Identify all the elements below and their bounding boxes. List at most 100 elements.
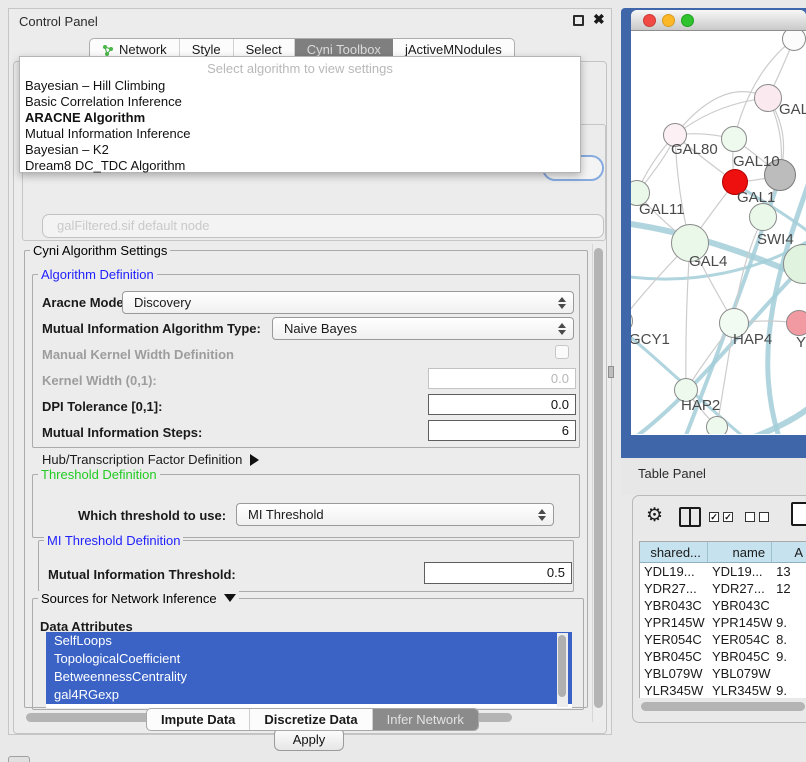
node-label: HAP2 [681, 397, 720, 414]
table-row[interactable]: YDR27...YDR27...12 [640, 580, 806, 597]
table-row[interactable]: YBR045CYBR045C9. [640, 648, 806, 665]
dropdown-item[interactable]: Basic Correlation Inference [25, 94, 182, 109]
network-node[interactable] [754, 84, 782, 112]
tab-impute-data[interactable]: Impute Data [147, 709, 250, 730]
hub-section-toggle[interactable]: Hub/Transcription Factor Definition [42, 452, 259, 467]
network-node[interactable] [706, 416, 728, 434]
network-node[interactable] [749, 203, 777, 231]
table-cell: YPR145W [640, 614, 708, 631]
which-threshold-label: Which threshold to use: [78, 508, 226, 523]
network-node[interactable] [786, 310, 806, 336]
table-row[interactable]: YBR043CYBR043C [640, 597, 806, 614]
corner-widget [8, 756, 30, 762]
close-icon[interactable]: ✖ [593, 11, 605, 28]
attribute-item[interactable]: BetweennessCentrality [46, 668, 572, 686]
network-data-combobox[interactable]: galFiltered.sif default node [42, 214, 604, 238]
table-row[interactable]: YLR345WYLR345W9. [640, 682, 806, 698]
network-node[interactable] [721, 126, 747, 152]
gear-icon[interactable]: ⚙ [646, 504, 663, 527]
dropdown-item[interactable]: Mutual Information Inference [25, 126, 190, 141]
dropdown-item[interactable]: Dream8 DC_TDC Algorithm [25, 158, 185, 173]
column-header[interactable]: name [708, 542, 772, 562]
dpi-tolerance-label: DPI Tolerance [0,1]: [42, 399, 162, 414]
data-attributes-list[interactable]: SelfLoopsTopologicalCoefficientBetweenne… [46, 632, 572, 708]
node-label: GAL11 [639, 201, 685, 218]
network-icon [102, 44, 114, 56]
table-cell: YBR043C [708, 597, 772, 614]
node-label: SWI4 [757, 231, 794, 248]
table-cell: YLR345W [708, 682, 772, 698]
table-cell: YPR145W [708, 614, 772, 631]
mi-steps-field[interactable]: 6 [428, 420, 576, 441]
which-threshold-combobox[interactable]: MI Threshold [236, 503, 554, 526]
table-cell: YBR045C [640, 648, 708, 665]
close-window-button[interactable] [643, 14, 656, 27]
column-header[interactable]: A [772, 542, 806, 562]
table-cell: YLR345W [640, 682, 708, 698]
aracne-mode-label: Aracne Mode: [42, 295, 128, 310]
dropdown-placeholder: Select algorithm to view settings [20, 61, 580, 76]
list-scrollbar-thumb[interactable] [558, 635, 566, 697]
network-canvas[interactable]: GALGAL80GAL10GAL1GAL11SWI4GAL4HAP4YGCY1H… [631, 31, 806, 434]
table-row[interactable]: YDL19...YDL19...13 [640, 563, 806, 580]
tab-label: Style [192, 42, 221, 57]
panel-title: Control Panel [19, 14, 98, 29]
select-all-icon[interactable]: ✓ [723, 512, 733, 522]
split-columns-icon[interactable] [679, 507, 701, 527]
sources-toggle[interactable]: Sources for Network Inference [38, 591, 239, 606]
table-header-row: shared...nameA [640, 542, 806, 563]
control-panel: Control Panel ✖ galFiltered.sif default … [8, 8, 612, 735]
network-window-titlebar[interactable] [631, 10, 806, 31]
minimize-window-button[interactable] [662, 14, 675, 27]
node-label: Y [796, 334, 806, 351]
zoom-window-button[interactable] [681, 14, 694, 27]
manual-kernel-checkbox[interactable] [555, 345, 569, 359]
table-cell: 9. [772, 648, 806, 665]
spinner-icon [557, 296, 566, 310]
spinner-icon [557, 322, 566, 336]
table-row[interactable]: YER054CYER054C8. [640, 631, 806, 648]
deselect-all-icon[interactable] [745, 512, 755, 522]
column-header[interactable]: shared... [640, 542, 708, 562]
dropdown-item[interactable]: Bayesian – K2 [25, 142, 109, 157]
select-all-icon[interactable]: ✓ [709, 512, 719, 522]
float-window-icon[interactable] [573, 15, 584, 26]
table-row[interactable]: YPR145WYPR145W9. [640, 614, 806, 631]
attribute-item[interactable]: TopologicalCoefficient [46, 650, 572, 668]
sources-title: Sources for Network Inference [41, 591, 217, 606]
attribute-item[interactable]: gal4RGexp [46, 686, 572, 704]
document-icon[interactable] [791, 502, 806, 526]
tab-label: Cyni Toolbox [307, 42, 381, 57]
dropdown-item[interactable]: ARACNE Algorithm [25, 110, 145, 125]
expand-right-icon [250, 454, 259, 466]
table-cell: YDR27... [640, 580, 708, 597]
table-hscrollbar-thumb[interactable] [641, 702, 805, 711]
aracne-mode-combobox[interactable]: Discovery [122, 291, 574, 314]
mi-type-label: Mutual Information Algorithm Type: [42, 321, 261, 336]
panel-splitter-handle[interactable] [608, 366, 614, 378]
mi-threshold-definition-title: MI Threshold Definition [44, 533, 183, 548]
table-cell: YBR045C [708, 648, 772, 665]
table-panel-titlebar: Table Panel [621, 458, 806, 495]
dpi-tolerance-field[interactable]: 0.0 [428, 394, 576, 415]
table-cell: YER054C [708, 631, 772, 648]
attribute-item[interactable]: SelfLoops [46, 632, 572, 650]
table-panel-title: Table Panel [638, 466, 706, 481]
deselect-all-icon[interactable] [759, 512, 769, 522]
dropdown-item[interactable]: Bayesian – Hill Climbing [25, 78, 165, 93]
kernel-width-field[interactable]: 0.0 [428, 368, 576, 389]
apply-button[interactable]: Apply [274, 728, 344, 751]
application-window: Control Panel ✖ galFiltered.sif default … [0, 0, 806, 762]
network-edge[interactable] [675, 98, 768, 135]
mi-threshold-field[interactable]: 0.5 [424, 562, 572, 584]
tab-infer-network[interactable]: Infer Network [373, 709, 478, 730]
table-row[interactable]: YBL079WYBL079W [640, 665, 806, 682]
tab-label: Network [119, 42, 167, 57]
algorithm-definition-title: Algorithm Definition [38, 267, 157, 282]
mi-type-combobox[interactable]: Naive Bayes [272, 317, 574, 340]
node-table[interactable]: shared...nameAYDL19...YDL19...13YDR27...… [639, 541, 806, 698]
table-cell: 12 [772, 580, 806, 597]
settings-scrollbar-thumb[interactable] [594, 248, 603, 708]
tab-discretize-data[interactable]: Discretize Data [250, 709, 372, 730]
mi-threshold-label: Mutual Information Threshold: [48, 567, 236, 582]
